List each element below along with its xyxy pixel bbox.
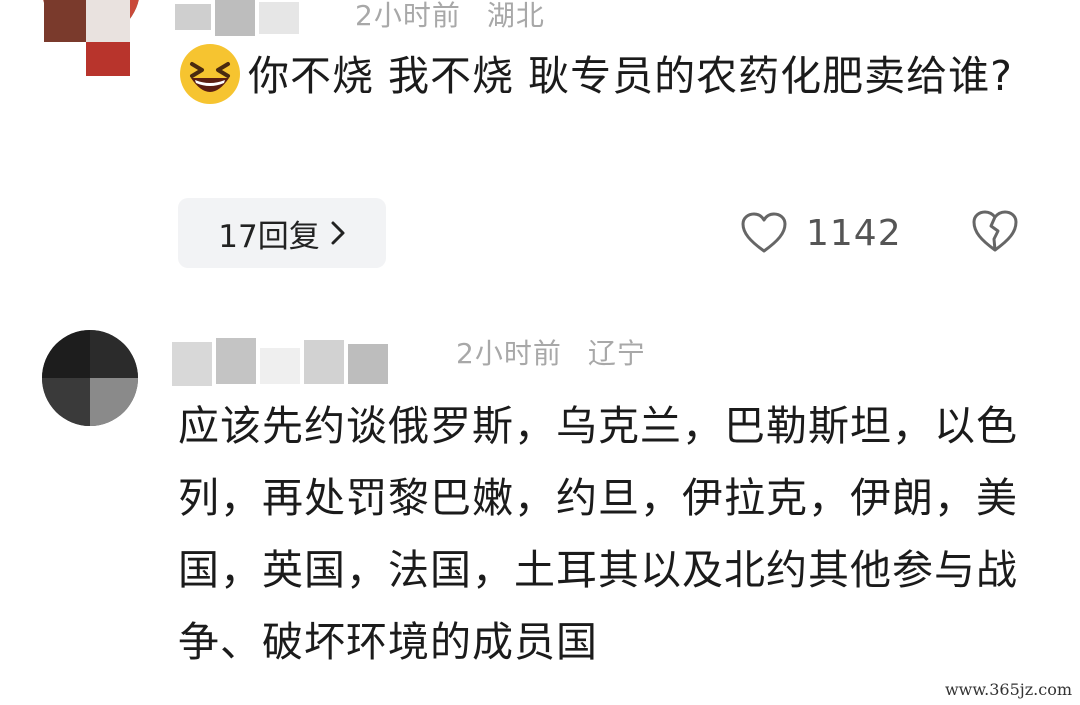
comment-item: 2小时前 辽宁 应该先约谈俄罗斯，乌克兰，巴勒斯坦，以色列，再处罚黎巴嫩，约旦，伊… — [0, 300, 1080, 705]
heart-icon — [741, 212, 787, 253]
username-blurred[interactable] — [172, 338, 432, 388]
avatar-mosaic — [44, 0, 134, 78]
comment-time: 2小时前 — [456, 337, 562, 370]
like-count: 1142 — [806, 212, 902, 254]
comment-time: 2小时前 — [355, 0, 461, 32]
comment-location: 湖北 — [486, 0, 545, 32]
username-blurred[interactable] — [175, 0, 325, 36]
comment-body: 应该先约谈俄罗斯，乌克兰，巴勒斯坦，以色列，再处罚黎巴嫩，约旦，伊拉克，伊朗，美… — [178, 402, 1018, 666]
comment-location: 辽宁 — [587, 337, 646, 370]
chevron-right-icon — [331, 221, 345, 245]
watermark: www.365jz.com — [944, 680, 1072, 699]
broken-heart-icon — [972, 210, 1018, 252]
comment-text: 你不烧 我不烧 耿专员的农药化肥卖给谁? — [178, 40, 1018, 112]
comment-item: 2小时前 湖北 你不烧 我不烧 耿专员的农药化肥卖给谁? 17回复 1142 — [0, 0, 1080, 300]
comment-meta: 2小时前 湖北 — [355, 0, 545, 34]
comment-body: 你不烧 我不烧 耿专员的农药化肥卖给谁? — [248, 52, 1013, 100]
grinning-squinting-face-icon — [180, 44, 240, 104]
avatar[interactable] — [42, 330, 138, 426]
reply-count-label: 17回复 — [218, 218, 320, 255]
dislike-button[interactable] — [970, 208, 1020, 258]
like-button[interactable]: 1142 — [740, 206, 902, 260]
comment-meta: 2小时前 辽宁 — [456, 332, 646, 372]
comment-text: 应该先约谈俄罗斯，乌克兰，巴勒斯坦，以色列，再处罚黎巴嫩，约旦，伊拉克，伊朗，美… — [178, 390, 1018, 678]
view-replies-button[interactable]: 17回复 — [178, 198, 386, 268]
